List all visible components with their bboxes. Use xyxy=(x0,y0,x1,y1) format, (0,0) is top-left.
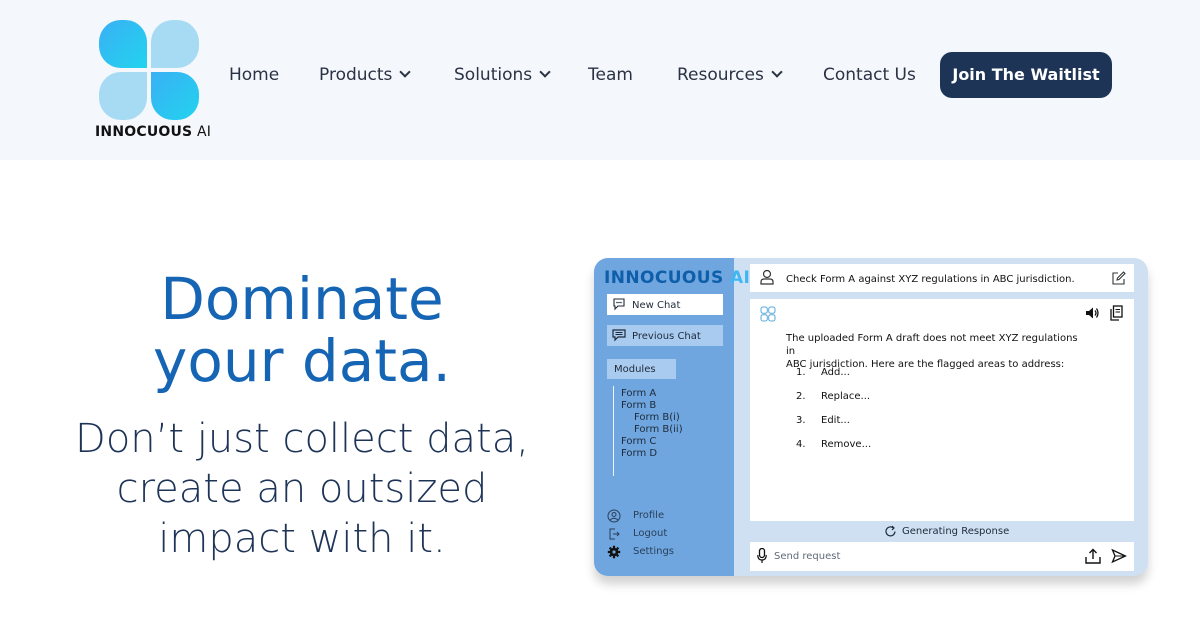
microphone-icon[interactable] xyxy=(757,548,767,564)
edit-icon[interactable] xyxy=(1112,271,1126,285)
upload-icon[interactable] xyxy=(1085,548,1101,564)
site-header: INNOCUOUS AI Home Products Solutions Tea… xyxy=(0,0,1200,160)
new-chat-icon xyxy=(613,298,625,311)
speaker-icon[interactable] xyxy=(1085,306,1100,320)
chat-history-icon xyxy=(612,329,626,342)
nav-contact-us[interactable]: Contact Us xyxy=(823,52,916,98)
previous-chat-button[interactable]: Previous Chat xyxy=(607,325,723,346)
chevron-down-icon xyxy=(399,66,412,78)
user-icon xyxy=(760,269,774,285)
response-panel: The uploaded Form A draft does not meet … xyxy=(750,299,1134,521)
module-item[interactable]: Form B xyxy=(621,400,656,411)
copy-icon[interactable] xyxy=(1110,305,1123,321)
nav-products[interactable]: Products xyxy=(319,52,412,98)
chevron-down-icon xyxy=(771,66,783,78)
app-sidebar: INNOCUOUS AI New Chat Previous Chat Modu… xyxy=(594,258,750,576)
nav-resources[interactable]: Resources xyxy=(677,52,783,98)
generating-status: Generating Response xyxy=(884,525,1009,539)
profile-link[interactable]: Profile xyxy=(607,508,664,524)
clover-logo-icon xyxy=(99,20,199,120)
modules-heading[interactable]: Modules xyxy=(607,359,676,379)
profile-icon xyxy=(607,509,621,523)
module-item[interactable]: Form D xyxy=(621,448,657,459)
response-text: The uploaded Form A draft does not meet … xyxy=(786,333,1078,370)
refresh-icon xyxy=(885,525,896,537)
request-input[interactable]: Send request xyxy=(750,542,1134,571)
module-item[interactable]: Form C xyxy=(621,436,656,447)
gear-icon xyxy=(607,545,621,559)
app-preview: INNOCUOUS AI New Chat Previous Chat Modu… xyxy=(594,258,1148,576)
hero-title: Dominate your data. xyxy=(153,265,451,395)
hero-subtitle: Don’t just collect data, create an outsi… xyxy=(75,416,529,562)
logo-wordmark: INNOCUOUS AI xyxy=(95,124,212,140)
logout-icon xyxy=(609,528,620,540)
module-list: Form A Form B Form B(i) Form B(ii) Form … xyxy=(613,386,723,476)
brand-logo[interactable]: INNOCUOUS AI xyxy=(95,20,211,142)
chevron-down-icon xyxy=(539,66,551,78)
module-item[interactable]: Form A xyxy=(621,388,656,399)
send-icon[interactable] xyxy=(1111,548,1127,564)
new-chat-button[interactable]: New Chat xyxy=(607,294,723,315)
module-item[interactable]: Form B(i) xyxy=(634,412,680,423)
assistant-logo-icon xyxy=(760,306,776,322)
user-query-bar: Check Form A against XYZ regulations in … xyxy=(750,264,1134,292)
logout-link[interactable]: Logout xyxy=(607,526,667,542)
nav-solutions[interactable]: Solutions xyxy=(454,52,551,98)
module-item[interactable]: Form B(ii) xyxy=(634,424,683,435)
nav-team[interactable]: Team xyxy=(588,52,633,98)
settings-link[interactable]: Settings xyxy=(607,544,674,560)
join-waitlist-button[interactable]: Join The Waitlist xyxy=(940,52,1112,98)
nav-home[interactable]: Home xyxy=(229,52,279,98)
app-brand: INNOCUOUS AI xyxy=(604,268,751,288)
